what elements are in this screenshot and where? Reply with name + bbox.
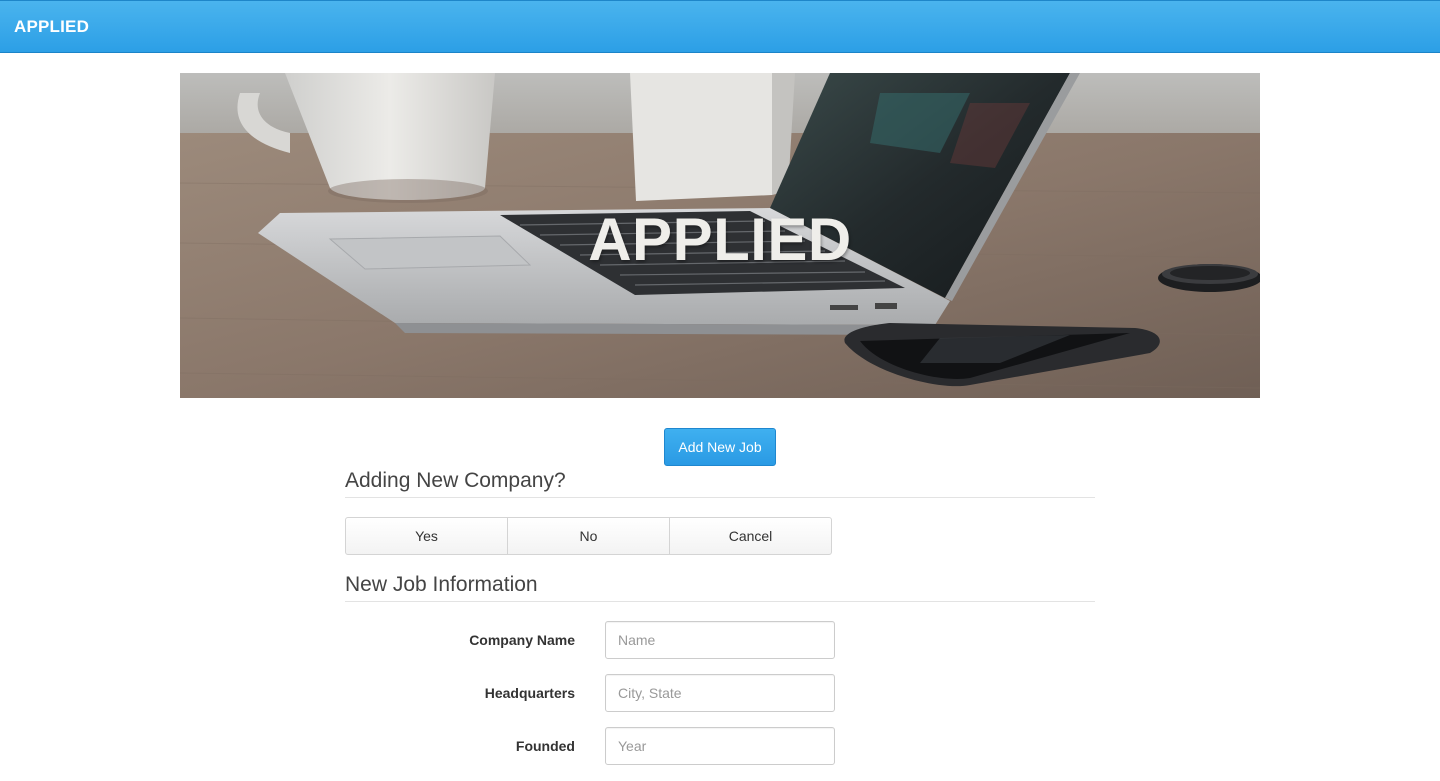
founded-label: Founded: [515, 738, 575, 754]
brand-link[interactable]: APPLIED: [14, 17, 89, 37]
company-name-row: Company Name: [345, 621, 1095, 659]
headquarters-row: Headquarters: [345, 674, 1095, 712]
hero-title: APPLIED: [588, 206, 852, 273]
job-section-title: New Job Information: [345, 573, 1095, 602]
top-navbar: APPLIED: [0, 0, 1440, 53]
add-new-job-button[interactable]: Add New Job: [664, 428, 776, 466]
company-section-title: Adding New Company?: [345, 469, 1095, 498]
company-name-label: Company Name: [469, 632, 575, 648]
founded-input[interactable]: [605, 727, 835, 765]
no-button[interactable]: No: [507, 517, 670, 555]
founded-row: Founded: [345, 727, 1095, 765]
company-choice-group: Yes No Cancel: [345, 517, 832, 555]
company-name-input[interactable]: [605, 621, 835, 659]
cancel-button[interactable]: Cancel: [669, 517, 832, 555]
yes-button[interactable]: Yes: [345, 517, 508, 555]
headquarters-input[interactable]: [605, 674, 835, 712]
headquarters-label: Headquarters: [484, 685, 575, 701]
